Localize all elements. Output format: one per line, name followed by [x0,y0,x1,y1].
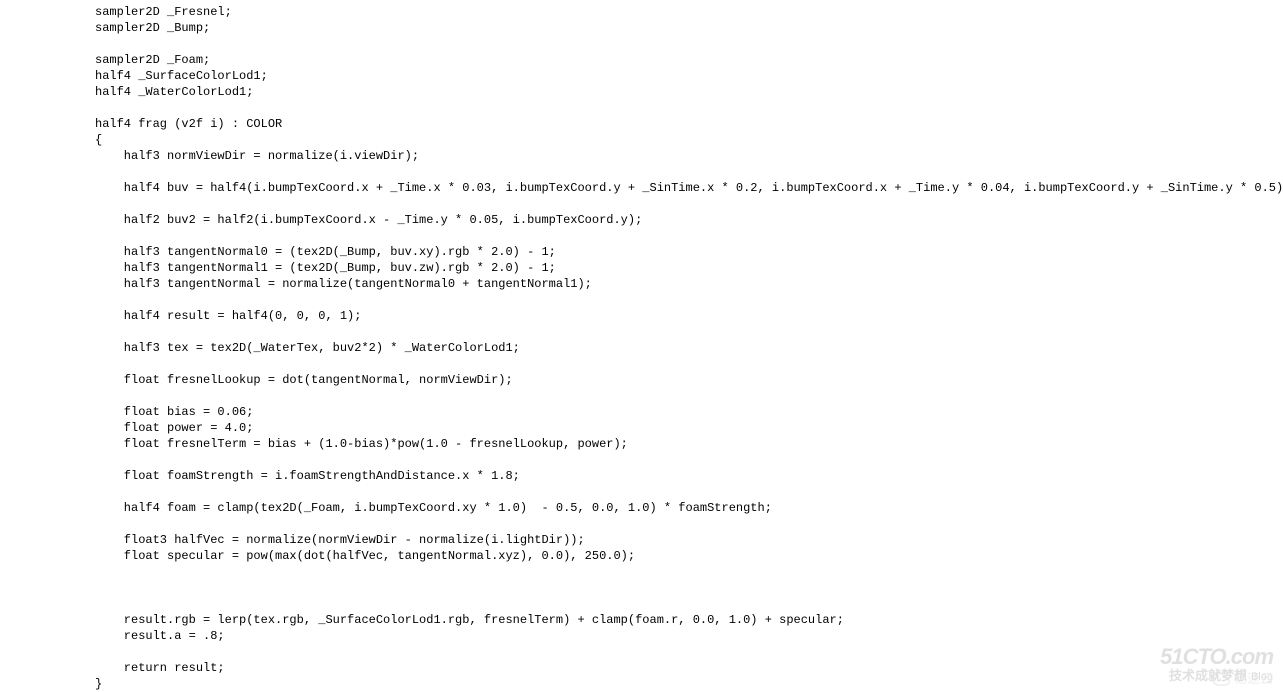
code-text: sampler2D _Fresnel; sampler2D _Bump; sam… [95,5,1283,691]
code-block: sampler2D _Fresnel; sampler2D _Bump; sam… [0,0,1283,692]
